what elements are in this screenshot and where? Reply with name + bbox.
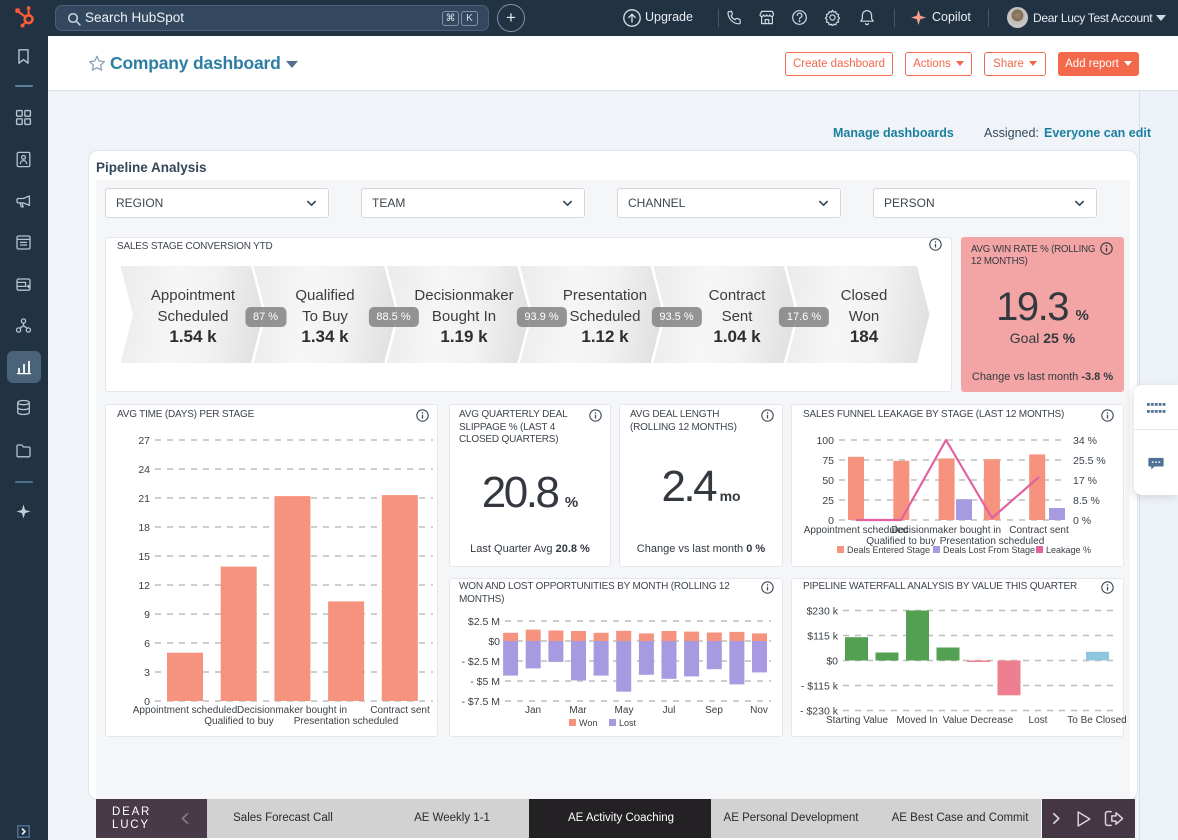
- svg-text:15: 15: [138, 551, 150, 563]
- svg-text:$0: $0: [826, 656, 838, 668]
- svg-text:- $7.5 M: - $7.5 M: [461, 696, 500, 708]
- svg-text:50: 50: [822, 475, 834, 487]
- svg-text:- $115 k: - $115 k: [801, 681, 839, 693]
- svg-text:Value Decrease: Value Decrease: [943, 715, 1014, 726]
- svg-text:Starting Value: Starting Value: [826, 715, 889, 726]
- svg-text:Contract sent: Contract sent: [370, 705, 430, 716]
- svg-text:27: 27: [138, 435, 150, 447]
- svg-text:17 %: 17 %: [1073, 475, 1097, 487]
- svg-text:$2.5 M: $2.5 M: [468, 616, 500, 628]
- svg-text:34 %: 34 %: [1073, 435, 1097, 447]
- svg-text:25.5 %: 25.5 %: [1073, 455, 1106, 467]
- svg-text:Contract sent: Contract sent: [1009, 525, 1069, 536]
- svg-text:18: 18: [138, 522, 150, 534]
- svg-text:- $2.5 M: - $2.5 M: [461, 656, 500, 668]
- svg-text:Presentation scheduled: Presentation scheduled: [294, 716, 399, 727]
- svg-text:Won: Won: [579, 718, 597, 728]
- svg-text:8.5 %: 8.5 %: [1073, 495, 1100, 507]
- svg-text:- $5 M: - $5 M: [470, 676, 500, 688]
- svg-text:21: 21: [138, 493, 150, 505]
- svg-text:Moved In: Moved In: [896, 715, 937, 726]
- svg-text:24: 24: [138, 464, 150, 476]
- svg-text:Jan: Jan: [525, 705, 541, 716]
- svg-text:Decisionmaker bought in: Decisionmaker bought in: [891, 525, 1001, 536]
- svg-text:$0: $0: [488, 636, 500, 648]
- svg-text:Lost: Lost: [1029, 715, 1048, 726]
- svg-text:Deals Entered Stage: Deals Entered Stage: [847, 545, 930, 555]
- svg-text:$115 k: $115 k: [807, 631, 838, 643]
- svg-text:Jul: Jul: [663, 705, 676, 716]
- svg-text:12: 12: [138, 580, 150, 592]
- svg-text:To Be Closed: To Be Closed: [1067, 715, 1126, 726]
- svg-text:Decisionmaker bought in: Decisionmaker bought in: [237, 705, 347, 716]
- svg-text:Lost: Lost: [619, 718, 637, 728]
- svg-text:6: 6: [144, 638, 150, 650]
- svg-text:100: 100: [816, 435, 834, 447]
- svg-text:75: 75: [822, 455, 834, 467]
- svg-text:Nov: Nov: [750, 705, 768, 716]
- svg-text:Appointment scheduled: Appointment scheduled: [133, 705, 238, 716]
- svg-text:3: 3: [144, 667, 150, 679]
- svg-text:$230 k: $230 k: [806, 606, 838, 618]
- svg-text:May: May: [615, 705, 634, 716]
- svg-text:25: 25: [822, 495, 834, 507]
- svg-text:Leakage %: Leakage %: [1046, 545, 1091, 555]
- svg-text:Sep: Sep: [705, 705, 723, 716]
- svg-text:0 %: 0 %: [1073, 515, 1091, 527]
- svg-text:Mar: Mar: [569, 705, 587, 716]
- svg-text:9: 9: [144, 609, 150, 621]
- svg-text:Deals Lost From Stage: Deals Lost From Stage: [943, 545, 1035, 555]
- svg-text:Qualified to buy: Qualified to buy: [204, 716, 274, 727]
